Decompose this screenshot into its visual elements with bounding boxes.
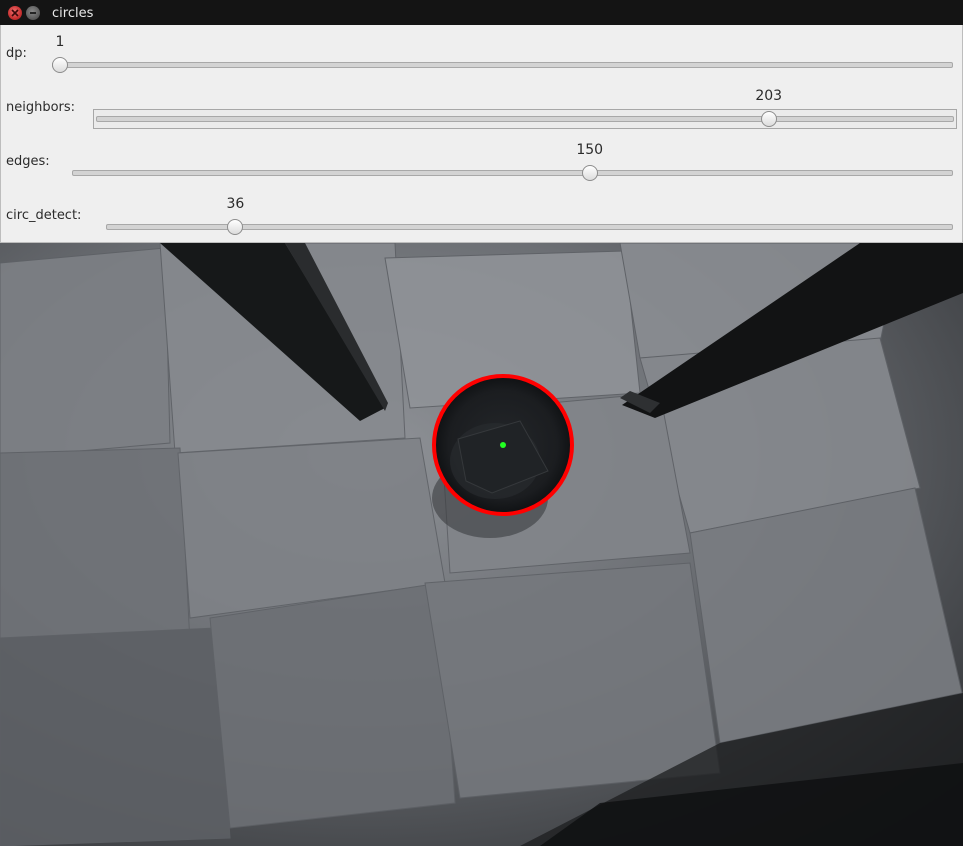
neighbors-slider-thumb[interactable] bbox=[760, 111, 777, 127]
close-icon[interactable] bbox=[8, 6, 22, 20]
circ-detect-label: circ_detect: bbox=[6, 208, 82, 223]
circ-detect-value: 36 bbox=[226, 196, 245, 212]
dp-slider-thumb[interactable] bbox=[52, 57, 68, 73]
dp-value: 1 bbox=[55, 34, 65, 50]
trackbar-panel: dp: 1 neighbors: 203 edges: 150 circ_det… bbox=[0, 25, 963, 243]
trackbar-neighbors: neighbors: 203 bbox=[1, 79, 962, 133]
edges-slider-track[interactable] bbox=[72, 170, 953, 176]
circ-detect-slider-thumb[interactable] bbox=[227, 219, 244, 235]
neighbors-label: neighbors: bbox=[6, 100, 76, 115]
neighbors-value: 203 bbox=[755, 88, 783, 104]
camera-image bbox=[0, 243, 963, 846]
minimize-icon[interactable] bbox=[26, 6, 40, 20]
edges-label: edges: bbox=[6, 154, 50, 169]
dp-label: dp: bbox=[6, 46, 27, 61]
window-titlebar: circles bbox=[0, 0, 963, 25]
neighbors-slider-track[interactable] bbox=[96, 116, 954, 122]
window-title: circles bbox=[52, 6, 94, 21]
trackbar-circ-detect: circ_detect: 36 bbox=[1, 187, 962, 241]
detected-center bbox=[500, 442, 506, 448]
edges-value: 150 bbox=[576, 142, 604, 158]
dp-slider-track[interactable] bbox=[52, 62, 953, 68]
edges-slider-thumb[interactable] bbox=[581, 165, 598, 181]
camera-view bbox=[0, 243, 963, 846]
trackbar-dp: dp: 1 bbox=[1, 25, 962, 79]
trackbar-edges: edges: 150 bbox=[1, 133, 962, 187]
